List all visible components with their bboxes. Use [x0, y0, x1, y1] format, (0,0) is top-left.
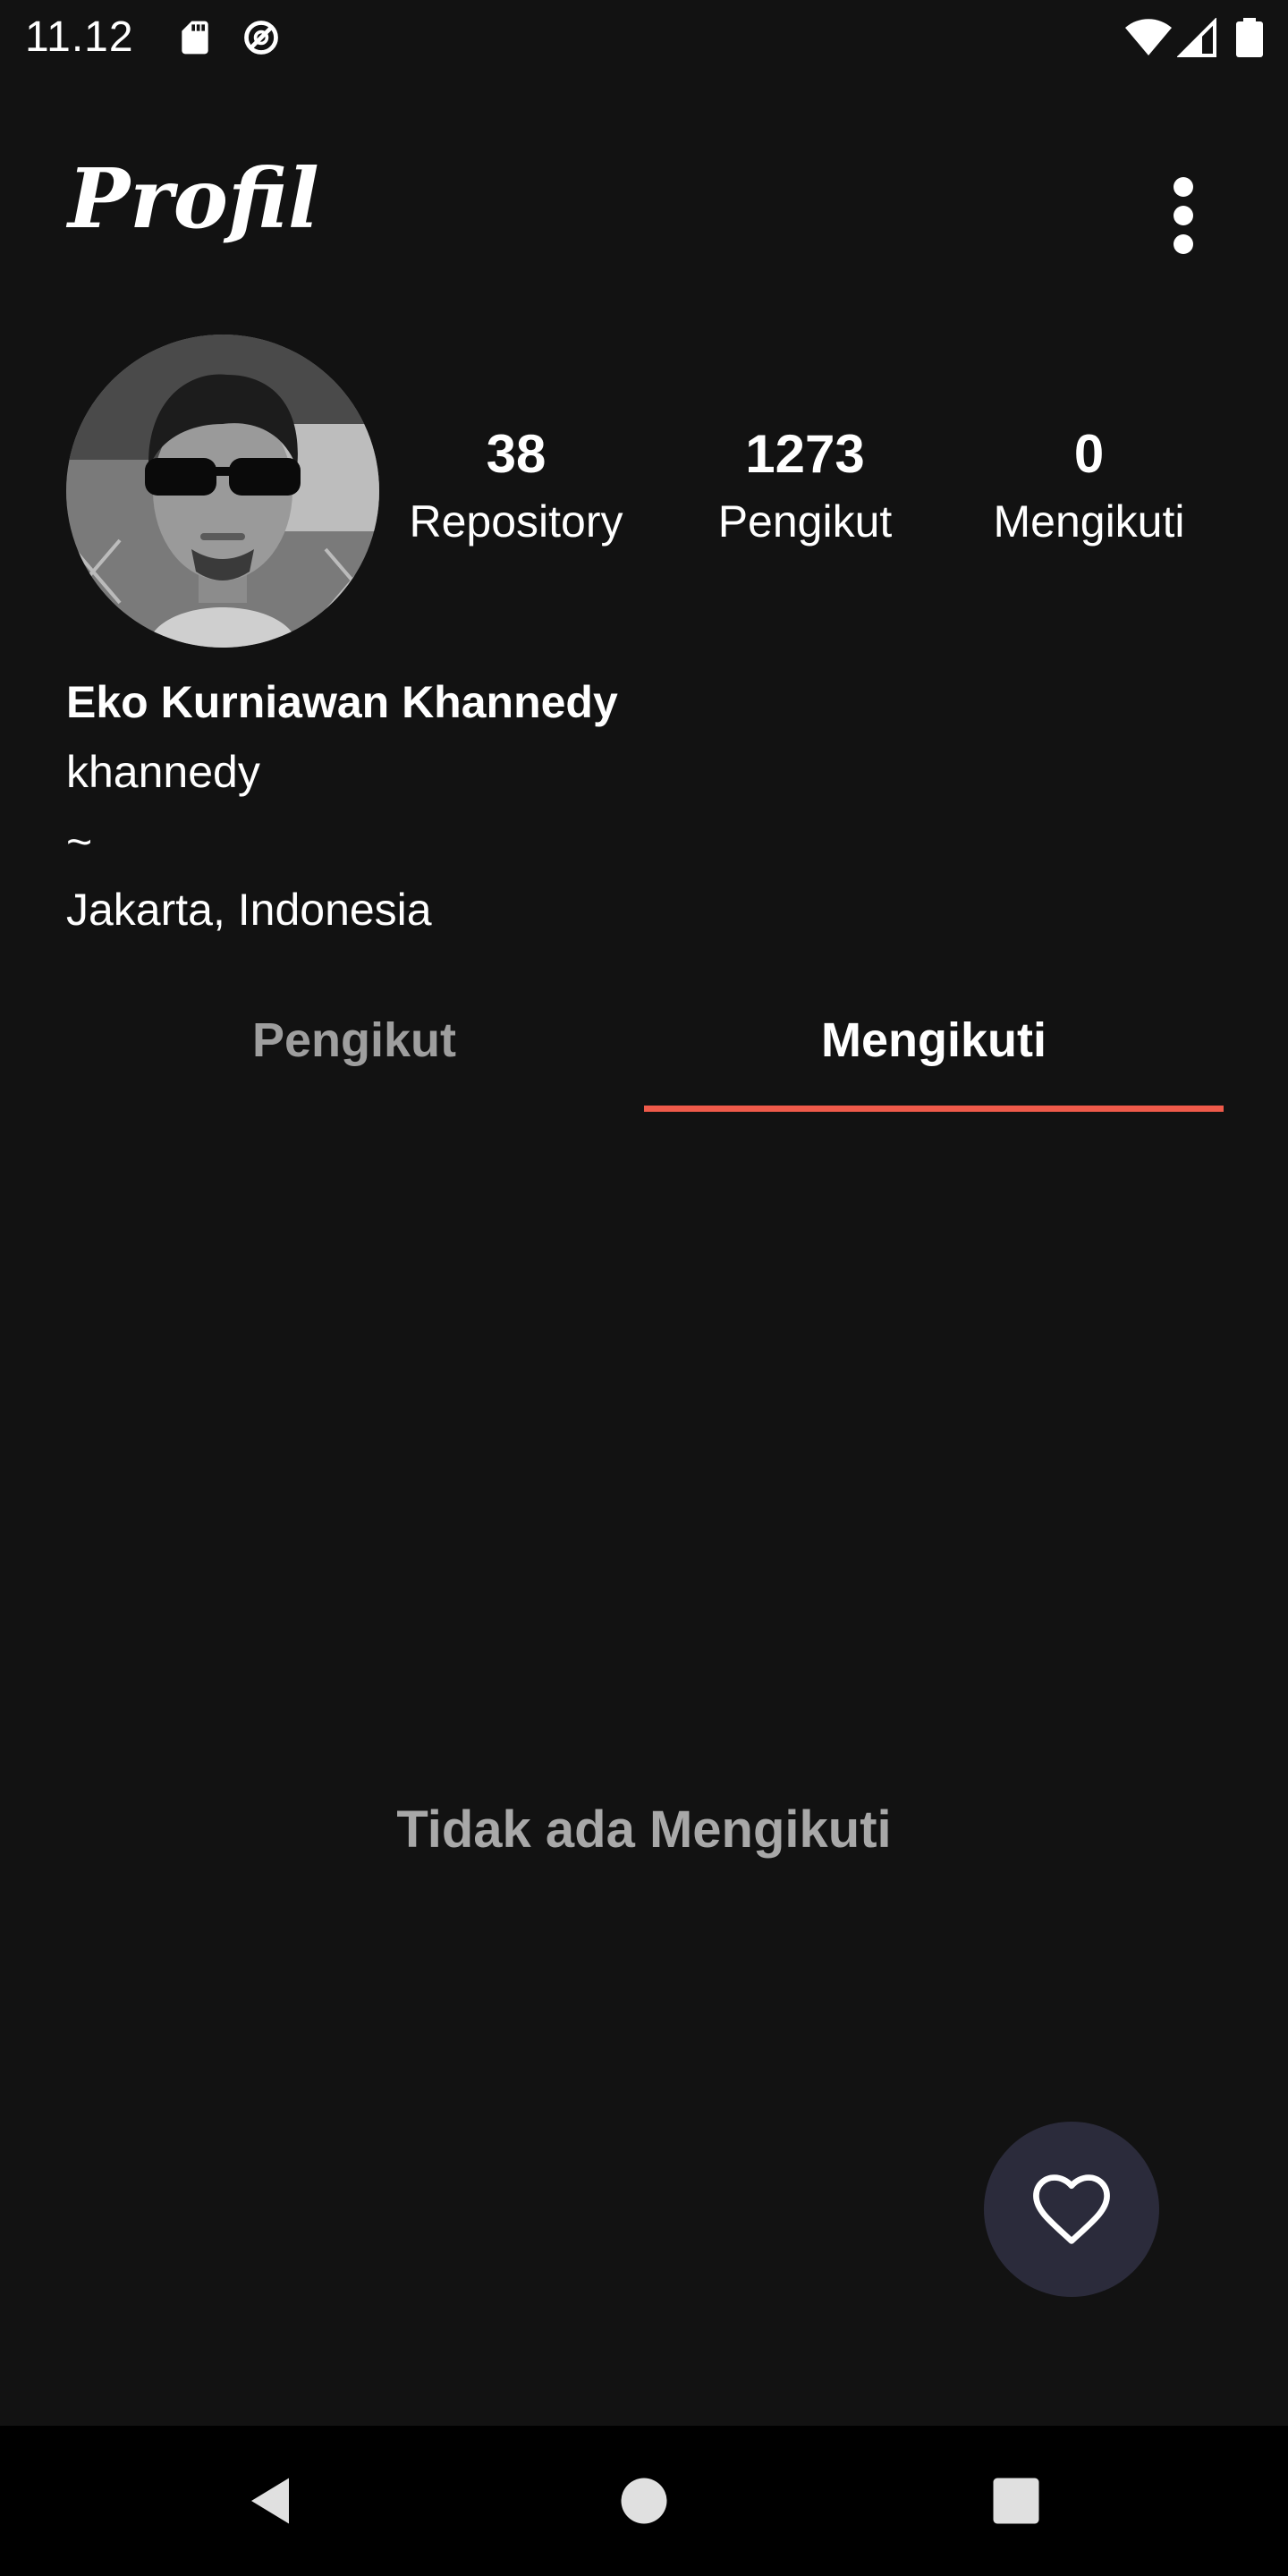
page-title: Profil	[68, 150, 319, 247]
home-icon[interactable]	[612, 2469, 676, 2533]
status-time: 11.12	[25, 13, 134, 61]
favorite-button[interactable]	[984, 2122, 1159, 2297]
stat-following: 0 Mengikuti	[966, 428, 1212, 547]
tab-label: Pengikut	[251, 1013, 457, 1067]
tab-label: Mengikuti	[821, 1013, 1046, 1067]
data-saver-icon	[242, 18, 281, 57]
sd-card-icon	[175, 18, 215, 57]
tab-followers[interactable]: Pengikut	[64, 977, 644, 1111]
full-name: Eko Kurniawan Khannedy	[66, 677, 618, 727]
stat-value: 0	[1073, 424, 1105, 484]
stat-value: 38	[486, 424, 547, 484]
location: Jakarta, Indonesia	[66, 885, 432, 935]
stat-value: 1273	[745, 424, 865, 484]
bio: ~	[66, 817, 93, 867]
stat-repository: 38 Repository	[386, 428, 646, 547]
recents-icon[interactable]	[984, 2469, 1048, 2533]
tab-indicator	[644, 1106, 1224, 1112]
wifi-icon	[1125, 18, 1172, 57]
cell-signal-icon	[1176, 17, 1216, 57]
back-icon[interactable]	[238, 2469, 302, 2533]
more-vert-icon[interactable]	[1159, 170, 1209, 259]
tab-following[interactable]: Mengikuti	[644, 977, 1224, 1111]
stat-followers: 1273 Pengikut	[689, 428, 921, 547]
username: khannedy	[66, 747, 260, 797]
stat-label: Mengikuti	[993, 496, 1185, 547]
heart-outline-icon	[1033, 2174, 1110, 2244]
empty-state-message: Tidak ada Mengikuti	[396, 1801, 892, 1859]
avatar	[66, 335, 379, 648]
stat-label: Repository	[409, 496, 623, 547]
battery-icon	[1236, 18, 1263, 57]
stat-label: Pengikut	[717, 496, 893, 547]
status-bar: 11.12	[0, 0, 1288, 75]
